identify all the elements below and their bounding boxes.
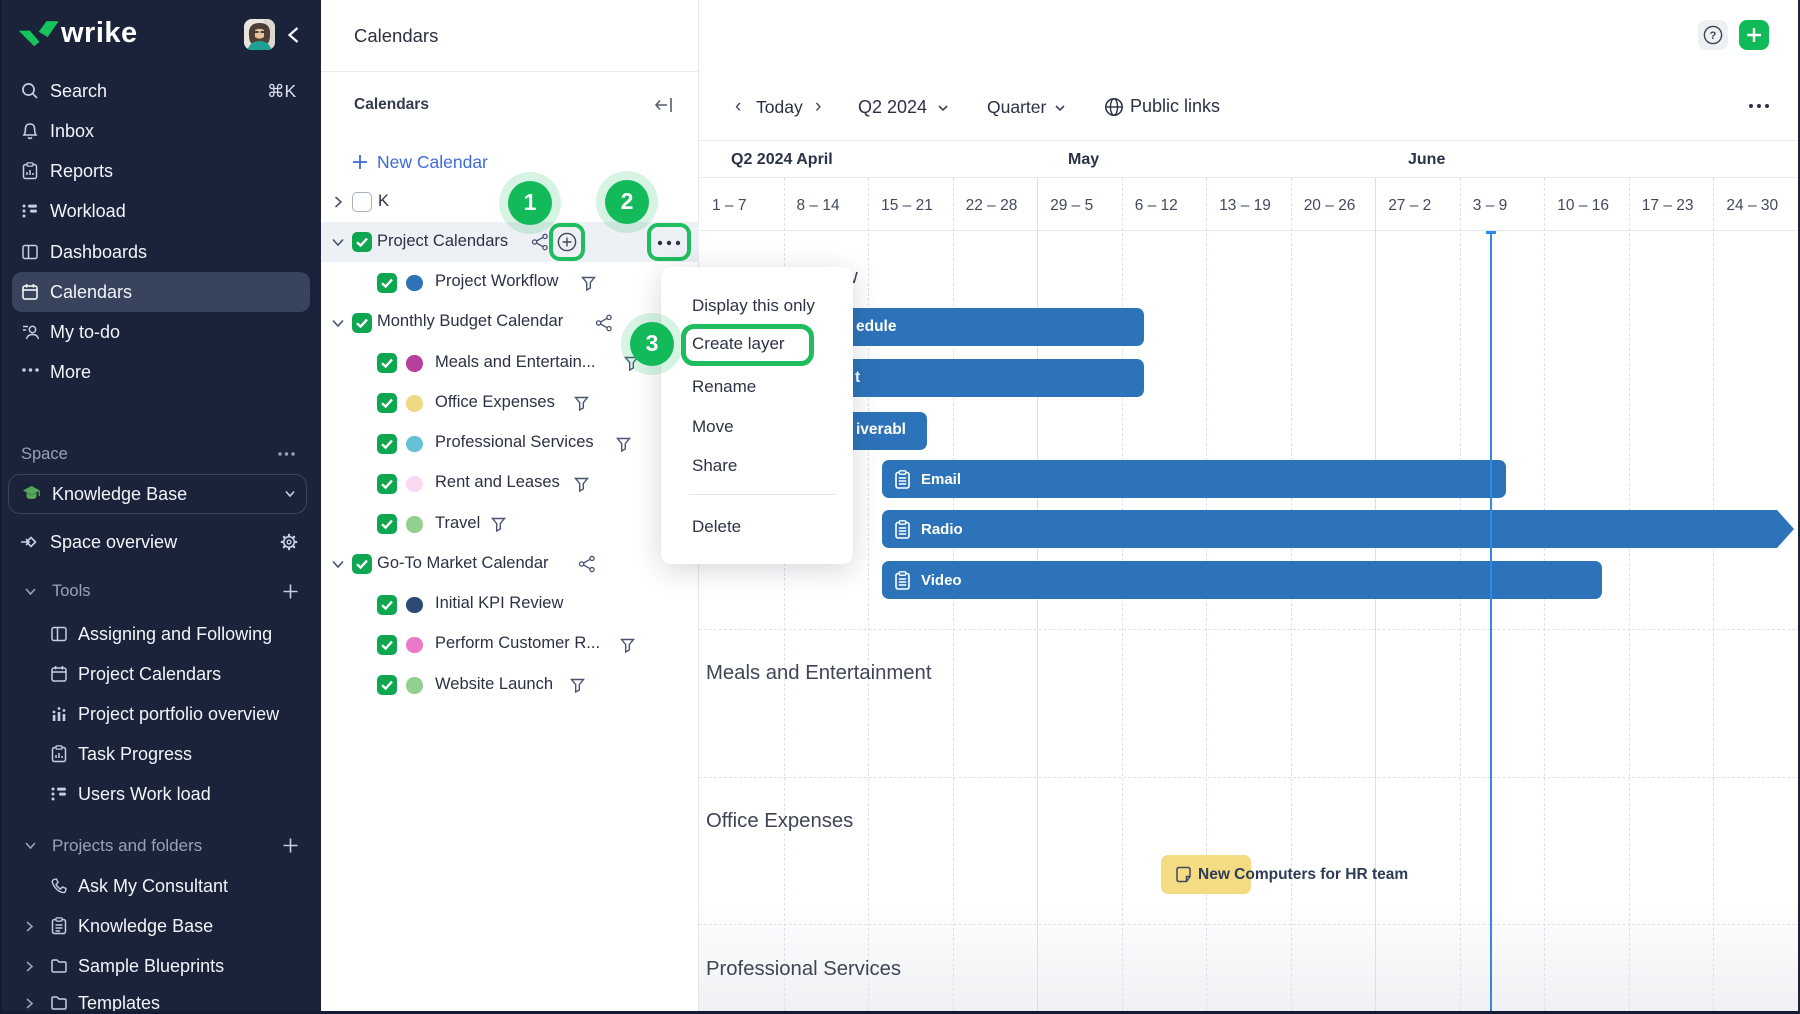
svg-text:?: ? xyxy=(1710,30,1717,42)
